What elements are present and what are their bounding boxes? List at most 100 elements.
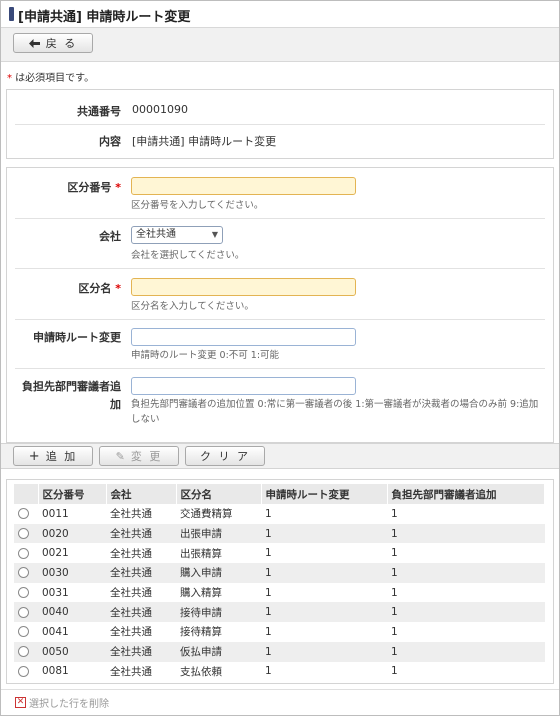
- action-bar: + 追 加 ✎ 変 更 ク リ ア: [1, 443, 559, 469]
- required-star: *: [115, 282, 121, 295]
- divider: [15, 124, 545, 125]
- company-hint: 会社を選択してください。: [131, 250, 245, 261]
- table-cell: 全社共通: [106, 622, 176, 642]
- table-cell: 1: [261, 661, 387, 682]
- row-select[interactable]: [14, 582, 38, 603]
- table-cell: 0031: [38, 582, 106, 603]
- company-select[interactable]: 全社共通 ▼: [131, 226, 223, 244]
- table-header: 区分名: [176, 484, 262, 504]
- table-cell: 0020: [38, 523, 106, 544]
- row-select[interactable]: [14, 602, 38, 623]
- table-cell: 全社共通: [106, 602, 176, 623]
- title-bar: [申請共通] 申請時ルート変更: [1, 1, 559, 28]
- arrow-left-icon: [28, 38, 40, 48]
- toolbar: 戻 る: [1, 28, 559, 62]
- radio-button[interactable]: [18, 646, 29, 658]
- delete-selected-button[interactable]: ✕ 選択した行を削除: [15, 695, 109, 710]
- table-row[interactable]: 0040 全社共通 接待申請 1 1: [14, 602, 545, 623]
- radio-button[interactable]: [18, 547, 29, 559]
- delete-selected-label: 選択した行を削除: [29, 699, 109, 710]
- row-select[interactable]: [14, 622, 38, 642]
- row-select[interactable]: [14, 641, 38, 662]
- table-cell: 1: [387, 504, 545, 524]
- division-no-input[interactable]: [131, 177, 356, 195]
- burden-dept-label: 負担先部門審議者追 加: [16, 378, 121, 414]
- radio-button[interactable]: [18, 606, 29, 618]
- table-header: 会社: [106, 484, 177, 504]
- clear-button-label: ク リ ア: [200, 450, 250, 463]
- table-cell: 全社共通: [106, 582, 176, 603]
- radio-button[interactable]: [18, 567, 29, 579]
- table-cell: 全社共通: [106, 504, 176, 524]
- required-star: *: [115, 181, 121, 194]
- content-label: 内容: [99, 135, 121, 148]
- burden-dept-label-line1: 負担先部門審議者追: [22, 380, 121, 393]
- division-name-hint: 区分名を入力してください。: [131, 301, 254, 312]
- table-row[interactable]: 0011 全社共通 交通費精算 1 1: [14, 504, 545, 524]
- table-cell: 0021: [38, 543, 106, 564]
- table-cell: 1: [387, 523, 545, 544]
- row-select[interactable]: [14, 504, 38, 524]
- route-change-label: 申請時ルート変更: [33, 331, 121, 344]
- row-select[interactable]: [14, 563, 38, 583]
- table-cell: 購入精算: [176, 582, 261, 603]
- table-cell: 仮払申請: [176, 641, 261, 662]
- table-header-row: 区分番号 会社 区分名 申請時ルート変更 負担先部門審議者追加: [14, 484, 545, 504]
- content-value: [申請共通] 申請時ルート変更: [132, 135, 277, 148]
- pencil-icon: ✎: [115, 449, 125, 463]
- table-cell: 0050: [38, 641, 106, 662]
- table-row[interactable]: 0031 全社共通 購入精算 1 1: [14, 582, 545, 603]
- table-cell: 1: [387, 641, 545, 662]
- footer: ✕ 選択した行を削除: [1, 689, 559, 715]
- table-row[interactable]: 0081 全社共通 支払依頼 1 1: [14, 661, 545, 682]
- table-cell: 全社共通: [106, 563, 176, 583]
- row-select[interactable]: [14, 543, 38, 564]
- edit-button[interactable]: ✎ 変 更: [99, 446, 179, 466]
- divider: [15, 268, 545, 269]
- table-cell: 購入申請: [176, 563, 261, 583]
- table-cell: 全社共通: [106, 661, 176, 682]
- table-cell: 1: [261, 622, 387, 642]
- table-cell: 接待申請: [176, 602, 261, 623]
- radio-button[interactable]: [18, 508, 29, 520]
- radio-button[interactable]: [18, 626, 29, 638]
- clear-button[interactable]: ク リ ア: [185, 446, 265, 466]
- radio-button[interactable]: [18, 587, 29, 599]
- route-change-hint: 申請時のルート変更 0:不可 1:可能: [131, 350, 280, 361]
- table-cell: 1: [387, 563, 545, 583]
- form-section: 区分番号 * 区分番号を入力してください。 会社 全社共通 ▼ 会社を選択してく…: [6, 167, 554, 443]
- table-cell: 1: [387, 543, 545, 564]
- data-table: 区分番号 会社 区分名 申請時ルート変更 負担先部門審議者追加 0011 全社共…: [14, 484, 545, 682]
- table-cell: 0081: [38, 661, 106, 682]
- table-cell: 1: [261, 602, 387, 623]
- table-cell: 1: [387, 622, 545, 642]
- division-no-label-text: 区分番号: [67, 181, 112, 194]
- burden-dept-input[interactable]: [131, 377, 356, 395]
- divider: [15, 368, 545, 369]
- row-select[interactable]: [14, 523, 38, 544]
- table-cell: 0011: [38, 504, 106, 524]
- radio-button[interactable]: [18, 528, 29, 540]
- back-button[interactable]: 戻 る: [13, 33, 93, 53]
- division-name-input[interactable]: [131, 278, 356, 296]
- common-no-label: 共通番号: [77, 105, 121, 118]
- table-row[interactable]: 0021 全社共通 出張精算 1 1: [14, 543, 545, 564]
- edit-button-label: 変 更: [130, 450, 163, 463]
- table-row[interactable]: 0030 全社共通 購入申請 1 1: [14, 563, 545, 583]
- add-button[interactable]: + 追 加: [13, 446, 93, 466]
- required-note-text: は必須項目です。: [12, 73, 95, 84]
- table-cell: 1: [261, 563, 387, 583]
- table-header: 負担先部門審議者追加: [387, 484, 545, 504]
- required-note: * は必須項目です。: [7, 69, 94, 84]
- route-change-input[interactable]: [131, 328, 356, 346]
- table-cell: 出張精算: [176, 543, 261, 564]
- plus-icon: +: [28, 448, 40, 464]
- data-table-container: 区分番号 会社 区分名 申請時ルート変更 負担先部門審議者追加 0011 全社共…: [6, 479, 554, 684]
- division-name-label-text: 区分名: [78, 282, 112, 295]
- table-row[interactable]: 0050 全社共通 仮払申請 1 1: [14, 641, 545, 662]
- table-row[interactable]: 0020 全社共通 出張申請 1 1: [14, 523, 545, 544]
- row-select[interactable]: [14, 661, 38, 682]
- division-no-hint: 区分番号を入力してください。: [131, 200, 264, 211]
- table-row[interactable]: 0041 全社共通 接待精算 1 1: [14, 622, 545, 642]
- radio-button[interactable]: [18, 665, 29, 677]
